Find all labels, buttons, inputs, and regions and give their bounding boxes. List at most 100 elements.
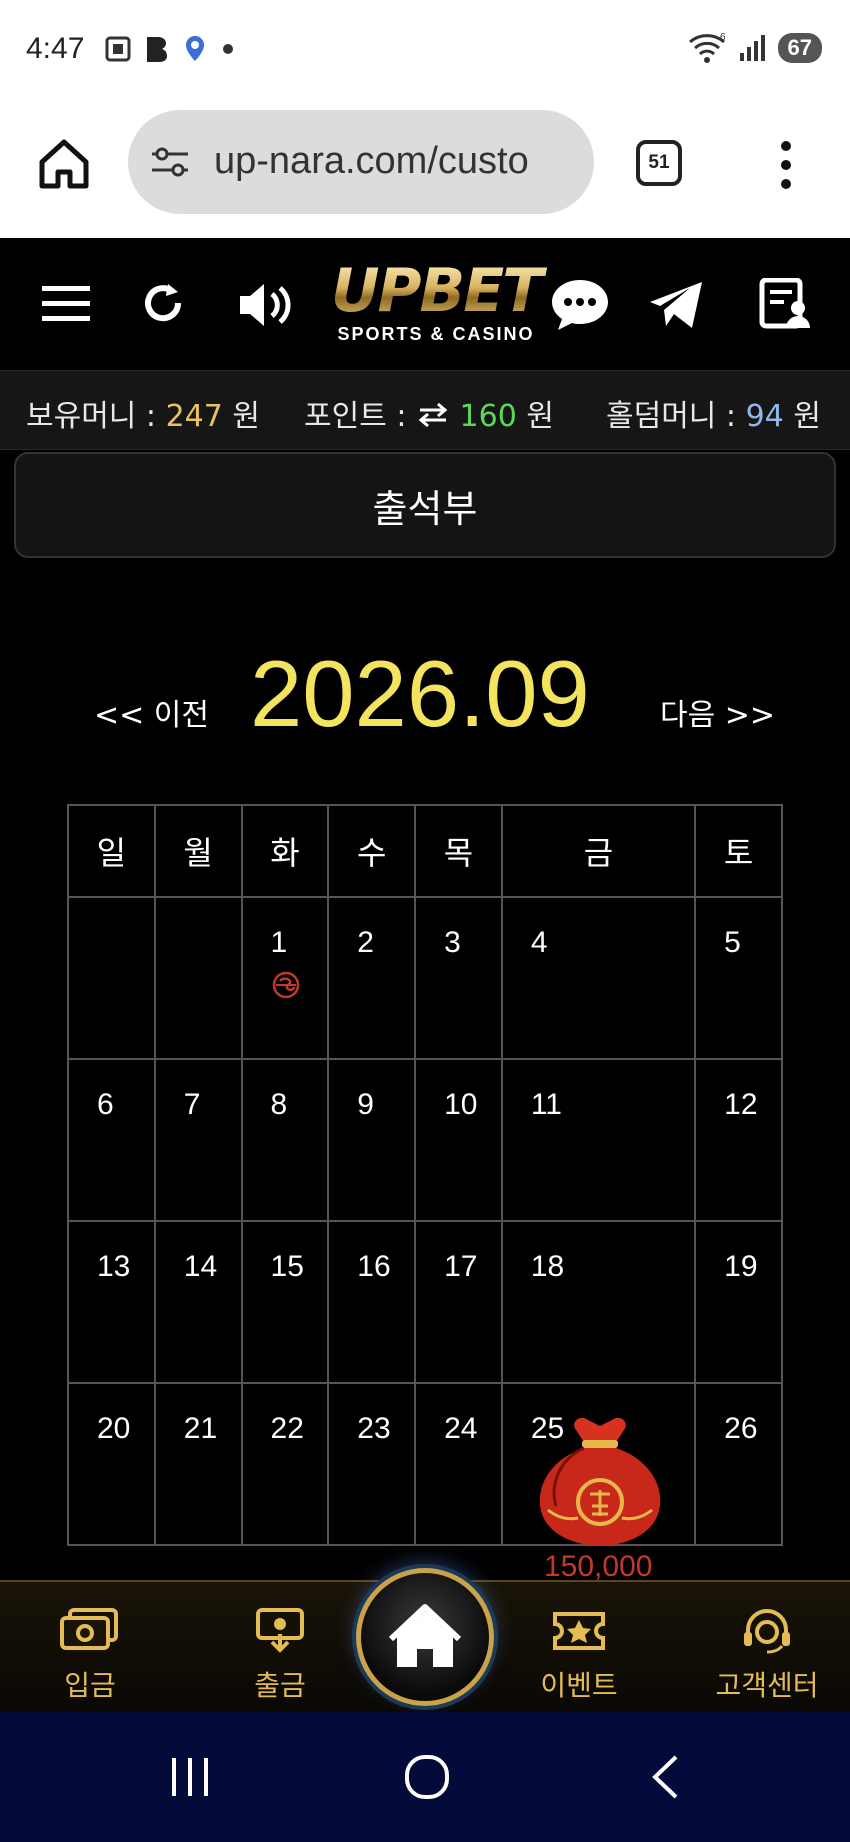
day-cell: 24 bbox=[414, 1382, 503, 1546]
weekday-wed: 수 bbox=[327, 804, 417, 898]
day-number: 26 bbox=[724, 1412, 758, 1445]
withdraw-icon bbox=[256, 1608, 304, 1653]
day-cell: 13 bbox=[67, 1220, 156, 1384]
day-cell: 18 bbox=[500, 1220, 697, 1384]
support-headset-icon bbox=[744, 1609, 790, 1654]
day-number: 15 bbox=[270, 1250, 304, 1283]
site-logo[interactable]: UPBET SPORTS & CASINO bbox=[286, 258, 586, 358]
prev-month-button[interactable]: << 이전 bbox=[94, 690, 209, 734]
deposit-icon bbox=[60, 1608, 118, 1650]
telegram-icon[interactable] bbox=[646, 278, 706, 332]
day-cell: 11 bbox=[500, 1058, 697, 1222]
browser-toolbar: up-nara.com/custo 51 bbox=[0, 100, 850, 238]
day-number: 3 bbox=[444, 926, 461, 959]
day-cell: 10 bbox=[414, 1058, 503, 1222]
points-value: 160 bbox=[459, 399, 517, 434]
day-cell: 8 bbox=[240, 1058, 330, 1222]
event-button[interactable]: 이벤트 bbox=[534, 1608, 624, 1704]
withdraw-button[interactable]: 출금 bbox=[244, 1608, 316, 1704]
day-cell: 15 bbox=[240, 1220, 330, 1384]
attendance-calendar: 일 월 화 수 목 금 토 1 2 3 4 5 6 7 8 9 10 11 12… bbox=[67, 804, 783, 1546]
day-number: 21 bbox=[183, 1412, 218, 1445]
screenshot-icon bbox=[105, 36, 131, 62]
tab-switcher-button[interactable]: 51 bbox=[636, 140, 682, 186]
prize-amount: 150,000 bbox=[544, 1550, 653, 1583]
day-cell: 3 bbox=[414, 896, 503, 1060]
day-cell: 19 bbox=[694, 1220, 783, 1384]
day-number: 17 bbox=[444, 1250, 478, 1283]
dot-icon bbox=[223, 44, 233, 54]
day-cell: 6 bbox=[67, 1058, 156, 1222]
deposit-label: 입금 bbox=[64, 1669, 116, 1702]
recent-apps-icon[interactable] bbox=[170, 1756, 210, 1798]
wifi-icon: 6 bbox=[688, 32, 726, 63]
status-notification-icons bbox=[104, 34, 234, 64]
day-cell: 17 bbox=[414, 1220, 503, 1384]
url-text: up-nara.com/custo bbox=[214, 140, 529, 182]
browser-menu-icon[interactable] bbox=[776, 140, 796, 190]
address-bar[interactable]: up-nara.com/custo bbox=[128, 110, 594, 214]
wifi-label: 6 bbox=[720, 32, 726, 43]
day-cell: 16 bbox=[327, 1220, 417, 1384]
logo-main-text: UPBET bbox=[286, 258, 586, 324]
status-time: 4:47 bbox=[26, 32, 85, 65]
day-cell: 22 bbox=[240, 1382, 330, 1546]
day-number: 10 bbox=[444, 1088, 478, 1121]
day-number: 20 bbox=[97, 1412, 131, 1445]
weekday-sun: 일 bbox=[67, 804, 156, 898]
day-cell: 12 bbox=[694, 1058, 783, 1222]
weekday-fri: 금 bbox=[500, 804, 697, 898]
exchange-icon[interactable] bbox=[416, 402, 450, 428]
day-number: 24 bbox=[444, 1412, 478, 1445]
center-home-button[interactable] bbox=[356, 1568, 494, 1706]
day-cell: 4 bbox=[500, 896, 697, 1060]
day-number: 8 bbox=[270, 1088, 288, 1121]
holdem-value: 94 bbox=[745, 399, 784, 434]
app-header: UPBET SPORTS & CASINO bbox=[0, 238, 850, 370]
balance-bar: 보유머니 : 247 원 포인트 : 160 원 홀덤머니 : 94 원 bbox=[0, 370, 850, 450]
my-page-icon[interactable] bbox=[758, 278, 812, 330]
event-ticket-icon bbox=[553, 1612, 605, 1650]
day-cell: 23 bbox=[327, 1382, 417, 1546]
day-cell: 1 bbox=[240, 896, 330, 1060]
holdem-balance: 홀덤머니 : 94 원 bbox=[606, 391, 821, 435]
logo-sub-text: SPORTS & CASINO bbox=[337, 324, 535, 344]
chat-icon[interactable] bbox=[548, 276, 612, 332]
weekday-header-row: 일 월 화 수 목 금 토 bbox=[67, 804, 783, 898]
site-settings-icon[interactable] bbox=[150, 144, 190, 180]
money-balance: 보유머니 : 247 원 bbox=[26, 391, 260, 435]
money-unit: 원 bbox=[232, 399, 261, 434]
day-cell bbox=[153, 896, 243, 1060]
android-home-icon[interactable] bbox=[404, 1754, 450, 1800]
holdem-unit: 원 bbox=[793, 399, 821, 434]
week-row: 13 14 15 16 17 18 19 bbox=[67, 1220, 783, 1384]
day-number: 16 bbox=[357, 1250, 391, 1283]
day-number: 12 bbox=[724, 1088, 758, 1121]
day-number: 2 bbox=[357, 926, 374, 959]
holdem-label: 홀덤머니 : bbox=[606, 399, 737, 434]
day-cell: 9 bbox=[327, 1058, 417, 1222]
points-balance[interactable]: 포인트 : 160 원 bbox=[304, 391, 554, 435]
day-number: 23 bbox=[357, 1412, 391, 1445]
day-number: 6 bbox=[97, 1088, 114, 1121]
deposit-button[interactable]: 입금 bbox=[54, 1608, 126, 1704]
back-icon[interactable] bbox=[650, 1754, 680, 1800]
day-number: 4 bbox=[530, 926, 548, 959]
lucky-pouch-icon[interactable] bbox=[528, 1410, 672, 1550]
support-label: 고객센터 bbox=[715, 1669, 819, 1702]
day-cell: 7 bbox=[153, 1058, 243, 1222]
day-number: 11 bbox=[530, 1088, 562, 1121]
browser-home-icon[interactable] bbox=[36, 136, 92, 192]
battery-indicator: 67 bbox=[777, 33, 822, 63]
day-number: 9 bbox=[357, 1088, 374, 1121]
points-unit: 원 bbox=[526, 399, 554, 434]
support-button[interactable]: 고객센터 bbox=[702, 1608, 832, 1704]
location-app-icon bbox=[186, 36, 204, 61]
hamburger-menu-icon[interactable] bbox=[42, 286, 90, 322]
day-number: 7 bbox=[183, 1088, 201, 1121]
day-number: 19 bbox=[724, 1250, 758, 1283]
refresh-icon[interactable] bbox=[140, 280, 186, 326]
day-cell: 14 bbox=[153, 1220, 243, 1384]
day-number: 18 bbox=[530, 1250, 565, 1283]
next-month-button[interactable]: 다음 >> bbox=[660, 690, 775, 734]
